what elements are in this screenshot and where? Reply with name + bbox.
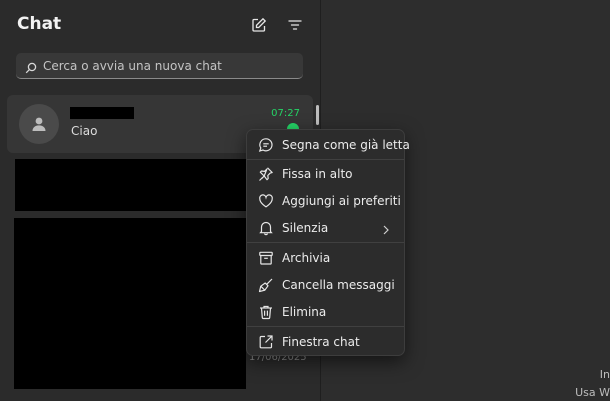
menu-item-label: Segna come già letta — [282, 138, 410, 152]
redacted-chat-item — [14, 218, 246, 389]
chevron-right-icon — [381, 221, 391, 240]
menu-item-mark-read[interactable]: Segna come già letta — [247, 132, 410, 158]
external-window-icon — [258, 334, 274, 350]
context-menu: Segna come già letta Fissa in alto Aggiu… — [246, 129, 410, 356]
broom-icon — [258, 277, 274, 293]
menu-divider — [247, 242, 404, 243]
menu-item-pin[interactable]: Fissa in alto — [247, 161, 404, 187]
menu-divider — [247, 159, 404, 160]
menu-item-archive[interactable]: Archivia — [247, 245, 404, 271]
menu-item-clear-messages[interactable]: Cancella messaggi — [247, 272, 404, 298]
bell-icon — [258, 220, 274, 236]
menu-item-delete[interactable]: Elimina — [247, 299, 404, 325]
new-chat-icon[interactable] — [250, 16, 268, 34]
redacted-contact-name — [70, 107, 134, 119]
menu-item-label: Archivia — [282, 251, 331, 265]
chat-bubble-icon — [258, 137, 274, 153]
search-icon — [25, 59, 37, 78]
redacted-chat-item — [15, 159, 246, 211]
trash-icon — [258, 304, 274, 320]
message-time: 07:27 — [271, 108, 300, 119]
page-title: Chat — [17, 14, 62, 34]
menu-divider — [247, 326, 404, 327]
archive-icon — [258, 250, 274, 266]
menu-item-favorite[interactable]: Aggiungi ai preferiti — [247, 188, 404, 214]
main-hint-line1: In — [599, 368, 610, 381]
menu-item-label: Elimina — [282, 305, 327, 319]
message-preview: Ciao — [71, 124, 98, 138]
search-box[interactable] — [16, 53, 303, 79]
menu-item-label: Aggiungi ai preferiti — [282, 194, 401, 208]
filter-icon[interactable] — [286, 16, 304, 34]
scrollbar-thumb[interactable] — [316, 105, 319, 125]
menu-item-label: Finestra chat — [282, 335, 360, 349]
menu-item-mute[interactable]: Silenzia — [247, 215, 404, 241]
search-input[interactable] — [41, 53, 300, 79]
menu-item-chat-window[interactable]: Finestra chat — [247, 329, 404, 355]
main-hint-line2: Usa W — [575, 386, 610, 399]
menu-item-label: Fissa in alto — [282, 167, 353, 181]
person-icon — [32, 117, 46, 131]
pin-icon — [258, 166, 274, 182]
menu-item-label: Cancella messaggi — [282, 278, 395, 292]
menu-item-label: Silenzia — [282, 221, 329, 235]
heart-icon — [258, 193, 274, 209]
avatar — [19, 104, 59, 144]
